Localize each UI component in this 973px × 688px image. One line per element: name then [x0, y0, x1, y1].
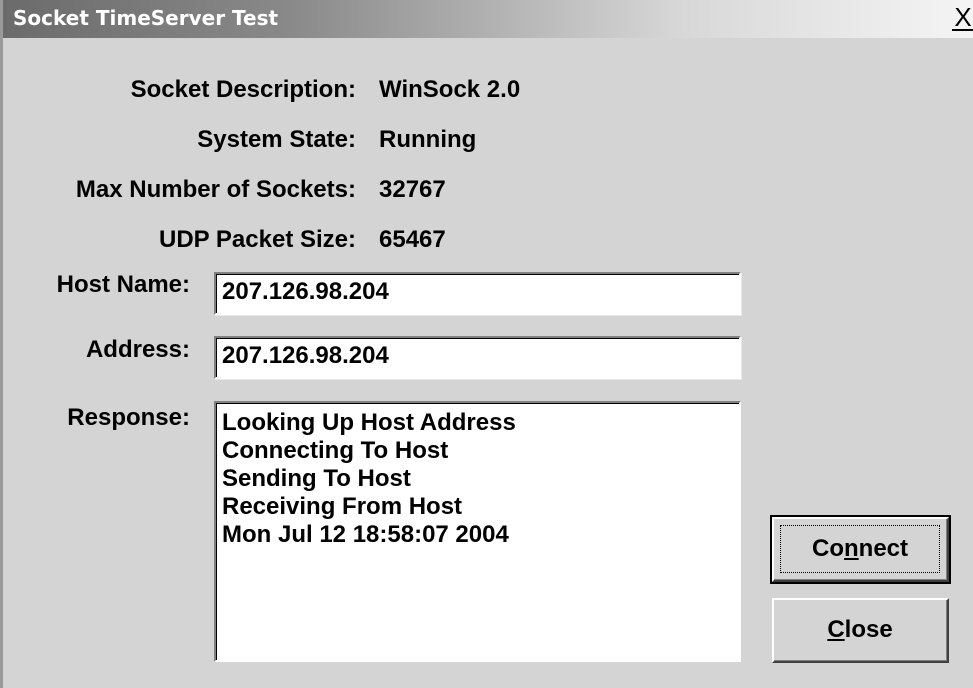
connect-button[interactable]: Co n nect — [770, 515, 951, 584]
response-textarea[interactable]: Looking Up Host Address Connecting To Ho… — [214, 401, 741, 662]
close-button-label: Close — [780, 606, 940, 654]
response-line: Looking Up Host Address — [222, 409, 516, 436]
dialog-window: Socket TimeServer Test X Socket Descript… — [0, 0, 973, 688]
close-icon[interactable]: X — [952, 3, 973, 31]
udp-packet-size-value: 65467 — [379, 226, 446, 253]
host-name-label: Host Name: — [56, 271, 190, 298]
response-line: Connecting To Host — [222, 437, 449, 464]
close-button[interactable]: Close — [772, 598, 949, 663]
max-sockets-value: 32767 — [379, 176, 446, 203]
host-name-field[interactable]: 207.126.98.204 — [214, 272, 741, 315]
response-line: Sending To Host — [222, 465, 411, 492]
response-label: Response: — [67, 404, 190, 431]
system-state-label: System State: — [197, 126, 356, 153]
socket-description-value: WinSock 2.0 — [379, 76, 521, 103]
close-label-post: lose — [844, 616, 893, 643]
window-title: Socket TimeServer Test — [13, 6, 279, 30]
system-state-value: Running — [379, 126, 477, 153]
connect-label-post: nect — [858, 535, 909, 562]
address-field[interactable]: 207.126.98.204 — [214, 336, 741, 379]
response-line: Mon Jul 12 18:58:07 2004 — [222, 521, 509, 548]
connect-label-mnemonic: n — [843, 535, 859, 562]
close-label-mnemonic: C — [827, 616, 845, 643]
udp-packet-size-label: UDP Packet Size: — [159, 226, 356, 253]
socket-description-label: Socket Description: — [130, 76, 356, 103]
address-label: Address: — [85, 336, 190, 363]
response-line: Receiving From Host — [222, 493, 463, 520]
max-sockets-label: Max Number of Sockets: — [75, 176, 356, 203]
connect-button-label: Co n nect — [780, 525, 940, 573]
connect-label-pre: Co — [811, 535, 844, 562]
title-bar[interactable]: Socket TimeServer Test X — [3, 0, 973, 38]
